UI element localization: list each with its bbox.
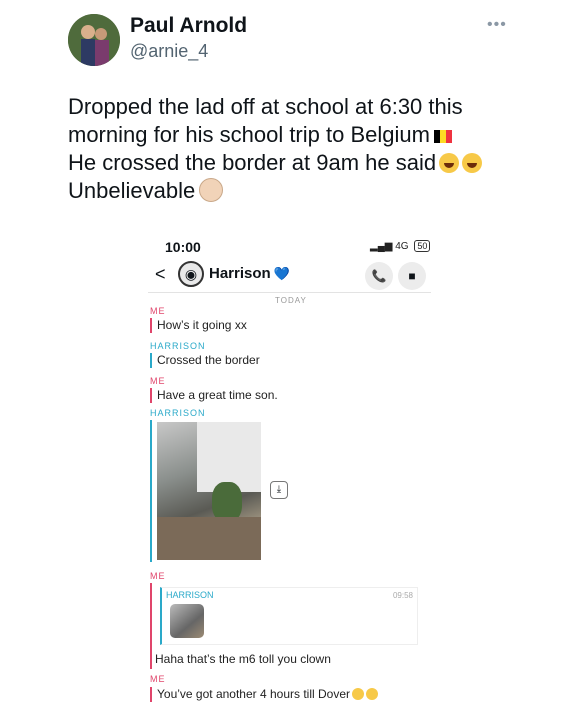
contact-name-label: Harrison xyxy=(209,265,271,282)
chat-message[interactable]: How’s it going xx xyxy=(150,318,247,333)
photo-message[interactable] xyxy=(157,422,261,560)
back-arrow-icon[interactable]: < xyxy=(155,264,166,285)
quoted-photo-thumbnail xyxy=(170,604,204,638)
sender-label-me: ME xyxy=(150,674,166,684)
tweet-line-1: Dropped the lad off at school at 6:30 th… xyxy=(68,94,463,119)
chat-contact-name[interactable]: Harrison 💙 xyxy=(209,265,290,282)
laughing-emoji-icon xyxy=(439,153,460,173)
sender-label-harrison: HARRISON xyxy=(150,408,206,418)
facepalm-emoji-icon xyxy=(199,178,224,202)
video-call-icon[interactable]: ■ xyxy=(398,262,426,290)
sender-label-me: ME xyxy=(150,306,166,316)
chat-message[interactable]: Crossed the border xyxy=(150,353,260,368)
quoted-reply[interactable]: HARRISON 09:58 xyxy=(160,587,418,645)
phone-call-icon[interactable]: 📞 xyxy=(365,262,393,290)
chat-message[interactable]: You’ve got another 4 hours till Dover xyxy=(150,687,379,702)
phone-status-bar: ▂▄▆ 4G 50 xyxy=(370,240,431,252)
phone-time: 10:00 xyxy=(165,239,201,255)
date-separator: TODAY xyxy=(275,296,307,305)
chat-message[interactable]: Have a great time son. xyxy=(150,388,278,403)
chat-message[interactable]: Haha that’s the m6 toll you clown xyxy=(150,652,331,667)
chat-avatar-icon[interactable]: ◉ xyxy=(178,261,204,287)
profile-avatar[interactable] xyxy=(68,14,120,66)
laughing-emoji-icon xyxy=(366,688,379,700)
tweet-line-4: Unbelievable xyxy=(68,178,196,203)
quoted-sender: HARRISON xyxy=(166,590,214,600)
header-divider xyxy=(148,292,431,293)
sender-label-harrison: HARRISON xyxy=(150,341,206,351)
sender-label-me: ME xyxy=(150,376,166,386)
message-bar xyxy=(150,420,152,562)
save-photo-icon[interactable]: ⤓ xyxy=(270,481,288,499)
network-type: 4G xyxy=(395,241,409,252)
laughing-emoji-icon xyxy=(352,688,365,700)
tweet-line-3: He crossed the border at 9am he said xyxy=(68,150,437,175)
battery-icon: 50 xyxy=(414,240,431,252)
quoted-time: 09:58 xyxy=(392,591,413,600)
chat-message-text: You’ve got another 4 hours till Dover xyxy=(157,687,351,701)
signal-icon: ▂▄▆ xyxy=(370,241,393,252)
blue-heart-icon: 💙 xyxy=(273,266,290,281)
more-options-icon[interactable]: ••• xyxy=(487,16,507,34)
tweet-line-2: morning for his school trip to Belgium xyxy=(68,122,430,147)
author-handle[interactable]: @arnie_4 xyxy=(130,41,208,62)
belgium-flag-icon xyxy=(433,122,452,143)
sender-label-me: ME xyxy=(150,571,166,581)
laughing-emoji-icon xyxy=(462,153,483,173)
author-name[interactable]: Paul Arnold xyxy=(130,14,247,38)
tweet-text: Dropped the lad off at school at 6:30 th… xyxy=(68,93,538,205)
